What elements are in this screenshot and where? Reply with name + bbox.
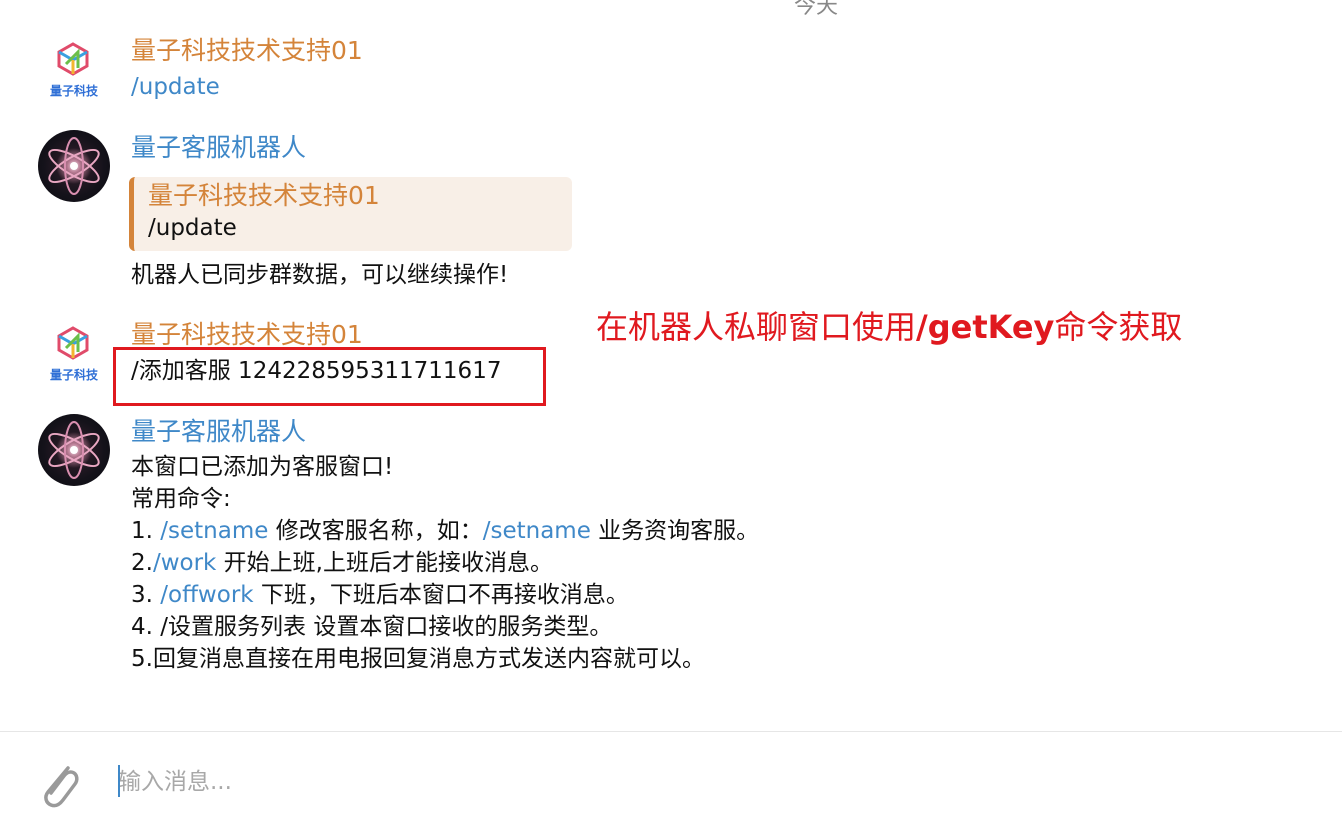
- quantum-logo-icon: [57, 326, 89, 360]
- message-line: 本窗口已添加为客服窗口!: [131, 454, 394, 480]
- reply-quote[interactable]: 量子科技技术支持01 /update: [129, 177, 572, 251]
- date-divider: 今天: [794, 0, 839, 19]
- quantum-logo-icon: [57, 42, 89, 76]
- atom-icon: [48, 137, 100, 195]
- command-link[interactable]: /setname: [483, 518, 591, 544]
- sender-name[interactable]: 量子科技技术支持01: [131, 320, 363, 350]
- command-link[interactable]: /offwork: [160, 582, 253, 608]
- avatar[interactable]: [38, 414, 110, 486]
- reply-sender: 量子科技技术支持01: [148, 181, 380, 210]
- message-text[interactable]: /update: [131, 71, 220, 103]
- avatar[interactable]: 量子科技: [38, 38, 110, 110]
- message-input[interactable]: [118, 762, 1298, 802]
- chat-area: 今天 量子科技 量子科技技术支持01 /update 量子客服机器人 量子科技技…: [0, 0, 1342, 730]
- message-composer: [0, 731, 1342, 831]
- text-caret: [118, 765, 120, 797]
- annotation-text: 在机器人私聊窗口使用/getKey命令获取: [596, 308, 1183, 346]
- message-line: 5.回复消息直接在用电报回复消息方式发送内容就可以。: [131, 646, 705, 672]
- message-text: 机器人已同步群数据，可以继续操作!: [131, 262, 509, 288]
- reply-text: /update: [148, 215, 237, 241]
- sender-name[interactable]: 量子客服机器人: [131, 133, 306, 163]
- message-line: 常用命令:: [131, 486, 231, 512]
- message-line: 4. /设置服务列表 设置本窗口接收的服务类型。: [131, 614, 613, 640]
- command-link[interactable]: /work: [153, 550, 216, 576]
- atom-icon: [48, 421, 100, 479]
- sender-name[interactable]: 量子科技技术支持01: [131, 36, 363, 66]
- sender-name[interactable]: 量子客服机器人: [131, 417, 306, 447]
- avatar-label: 量子科技: [49, 368, 98, 382]
- avatar-label: 量子科技: [49, 84, 98, 98]
- message-line: 3. /offwork 下班，下班后本窗口不再接收消息。: [131, 582, 629, 608]
- paperclip-icon[interactable]: [34, 756, 84, 812]
- message-line: 2./work 开始上班,上班后才能接收消息。: [131, 550, 553, 576]
- highlight-box: [113, 347, 546, 406]
- avatar[interactable]: 量子科技: [38, 322, 110, 394]
- avatar[interactable]: [38, 130, 110, 202]
- message-line: 1. /setname 修改客服名称，如：/setname 业务资询客服。: [131, 518, 760, 544]
- command-link[interactable]: /setname: [160, 518, 268, 544]
